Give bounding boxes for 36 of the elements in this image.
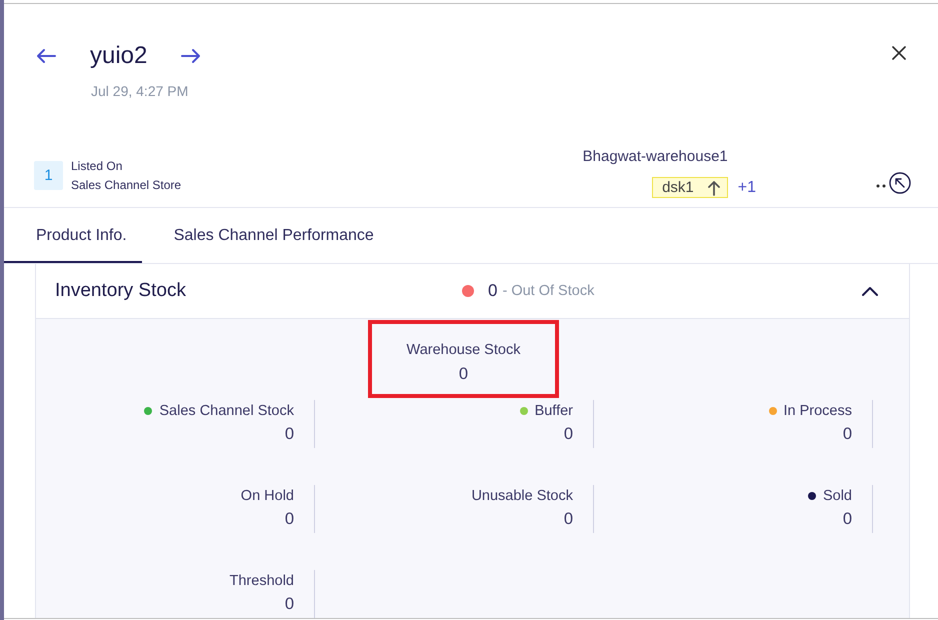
product-title: yuio2 — [90, 41, 148, 71]
metric-label: Unusable Stock — [471, 487, 573, 505]
channel-name: Sales Channel Store — [71, 177, 182, 194]
metric-value: 0 — [284, 509, 294, 530]
close-icon[interactable] — [892, 46, 906, 60]
metric-value: 0 — [284, 424, 294, 445]
metric-value: 0 — [458, 364, 468, 385]
metric-label: In Process — [784, 402, 852, 420]
arrow-circle-icon[interactable] — [889, 172, 911, 194]
metric-value: 0 — [842, 509, 852, 530]
tab[interactable]: Sales Channel Performance — [142, 208, 389, 263]
forward-arrow-icon[interactable] — [181, 48, 202, 64]
stock-count: 0 — [488, 281, 498, 301]
timestamp: Jul 29, 4:27 PM — [91, 82, 190, 100]
metric-value: 0 — [284, 594, 294, 615]
metric-label: Sales Channel Stock — [159, 402, 294, 420]
listed-on-label: Listed On — [71, 158, 124, 175]
dots-icon[interactable] — [876, 184, 886, 188]
arrow-up-icon — [708, 180, 720, 196]
more-count-link[interactable]: +1 — [738, 177, 756, 198]
metric-label: On Hold — [240, 487, 294, 505]
metric-value: 0 — [564, 424, 573, 445]
metric-label: Buffer — [534, 402, 573, 420]
back-arrow-icon[interactable] — [36, 48, 56, 64]
metric-value: 0 — [564, 509, 573, 530]
chevron-up-icon[interactable] — [862, 286, 878, 296]
warehouse-name: Bhagwat-warehouse1 — [582, 148, 728, 166]
metric-label: Sold — [822, 487, 852, 505]
tag-label: dsk1 — [662, 179, 694, 196]
metric-label: Warehouse Stock — [406, 341, 520, 359]
count-badge: 1 — [34, 161, 63, 190]
metric-label: Threshold — [230, 572, 294, 590]
metric-value: 0 — [842, 424, 852, 445]
tab[interactable]: Product Info. — [4, 208, 142, 263]
stock-status: - Out Of Stock — [502, 283, 594, 299]
section-title: Inventory Stock — [55, 280, 187, 302]
